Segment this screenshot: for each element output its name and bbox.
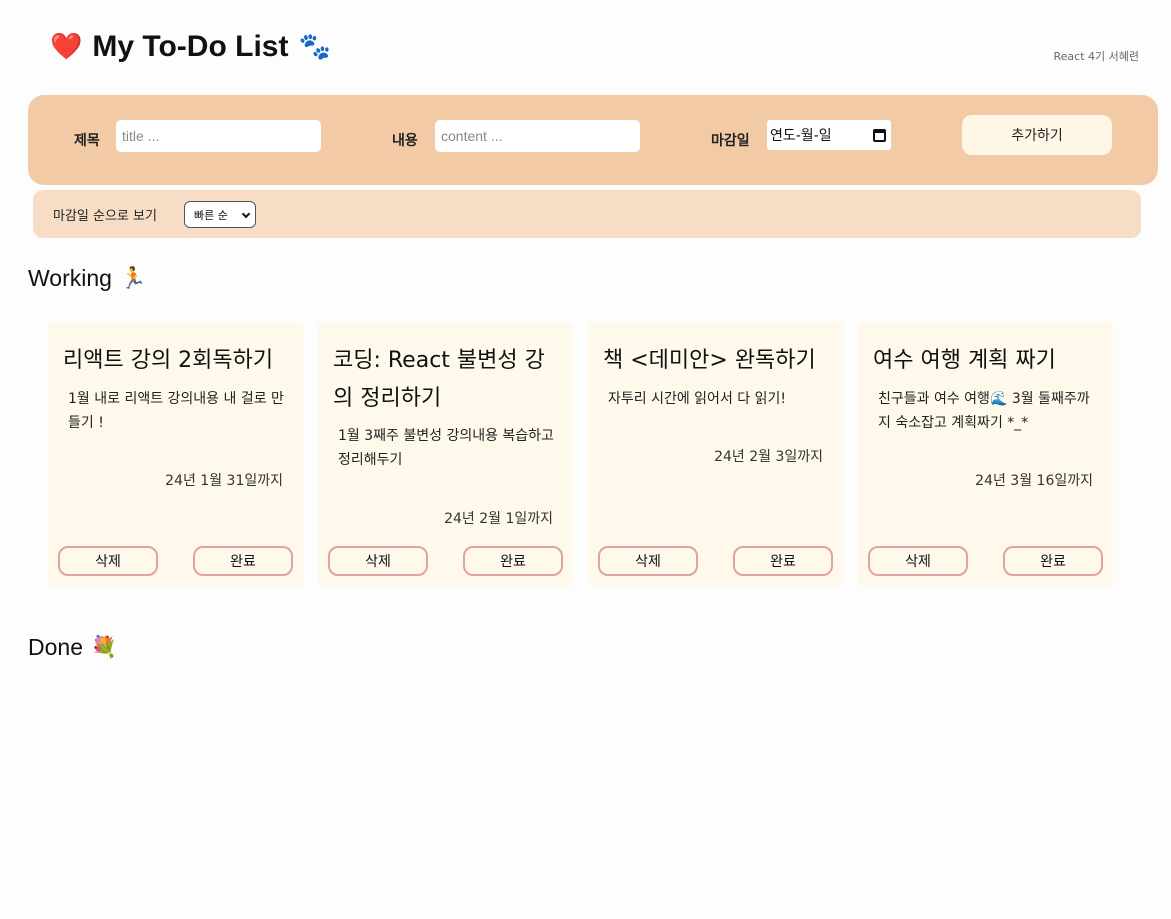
hearts-icon: ❤️ bbox=[50, 32, 83, 62]
content-placeholder: content ... bbox=[441, 128, 503, 144]
app-header: ❤️ My To-Do List 🐾 bbox=[50, 30, 331, 64]
card-title: 코딩: React 불변성 강의 정리하기 bbox=[333, 348, 545, 411]
add-button[interactable]: 추가하기 bbox=[962, 115, 1112, 155]
card-content: 친구들과 여수 여행🌊 3월 둘째주까지 숙소잡고 계획짜기 *_* bbox=[878, 391, 1090, 431]
delete-button[interactable]: 삭제 bbox=[328, 546, 428, 576]
done-title: Done bbox=[28, 634, 83, 660]
due-date-value: 연도-월-일 bbox=[770, 128, 832, 144]
content-input[interactable]: content ... bbox=[435, 120, 640, 152]
complete-button[interactable]: 완료 bbox=[463, 546, 563, 576]
runner-icon: 🏃 bbox=[119, 266, 147, 290]
content-label: 내용 bbox=[392, 133, 418, 149]
card-title: 여수 여행 계획 짜기 bbox=[873, 348, 1056, 373]
card-title: 리액트 강의 2회독하기 bbox=[63, 348, 274, 373]
bouquet-icon: 💐 bbox=[90, 635, 118, 659]
sort-select[interactable]: 빠른 순 bbox=[184, 201, 256, 228]
todo-card: 리액트 강의 2회독하기 1월 내로 리액트 강의내용 내 걸로 만들기 ! 2… bbox=[48, 322, 303, 586]
working-title: Working bbox=[28, 265, 112, 291]
card-due-date: 24년 2월 1일까지 bbox=[444, 511, 553, 527]
sort-label: 마감일 순으로 보기 bbox=[53, 209, 157, 224]
card-due-date: 24년 1월 31일까지 bbox=[165, 473, 283, 489]
todo-card: 책 <데미안> 완독하기 자투리 시간에 읽어서 다 읽기! 24년 2월 3일… bbox=[588, 322, 843, 586]
title-label: 제목 bbox=[74, 133, 100, 149]
complete-button[interactable]: 완료 bbox=[193, 546, 293, 576]
delete-button[interactable]: 삭제 bbox=[58, 546, 158, 576]
calendar-icon[interactable] bbox=[873, 128, 886, 142]
title-placeholder: title ... bbox=[122, 128, 160, 144]
title-input[interactable]: title ... bbox=[116, 120, 321, 152]
due-date-input[interactable]: 연도-월-일 bbox=[767, 120, 891, 150]
chevron-down-icon bbox=[241, 209, 251, 219]
card-due-date: 24년 2월 3일까지 bbox=[714, 449, 823, 465]
delete-button[interactable]: 삭제 bbox=[598, 546, 698, 576]
due-date-label: 마감일 bbox=[711, 133, 750, 149]
app-title: My To-Do List bbox=[92, 30, 289, 63]
done-section-title: Done 💐 bbox=[28, 634, 117, 661]
working-section-title: Working 🏃 bbox=[28, 265, 146, 292]
card-title: 책 <데미안> 완독하기 bbox=[603, 348, 816, 373]
author-label: React 4기 서혜련 bbox=[1053, 50, 1140, 63]
delete-button[interactable]: 삭제 bbox=[868, 546, 968, 576]
complete-button[interactable]: 완료 bbox=[733, 546, 833, 576]
paw-prints-icon: 🐾 bbox=[298, 32, 331, 62]
complete-button[interactable]: 완료 bbox=[1003, 546, 1103, 576]
card-content: 자투리 시간에 읽어서 다 읽기! bbox=[608, 391, 786, 407]
card-content: 1월 3째주 불변성 강의내용 복습하고 정리해두기 bbox=[338, 428, 554, 468]
todo-card: 여수 여행 계획 짜기 친구들과 여수 여행🌊 3월 둘째주까지 숙소잡고 계획… bbox=[858, 322, 1113, 586]
card-content: 1월 내로 리액트 강의내용 내 걸로 만들기 ! bbox=[68, 391, 284, 431]
todo-card: 코딩: React 불변성 강의 정리하기 1월 3째주 불변성 강의내용 복습… bbox=[318, 322, 573, 586]
sort-select-value: 빠른 순 bbox=[194, 208, 228, 222]
card-due-date: 24년 3월 16일까지 bbox=[975, 473, 1093, 489]
